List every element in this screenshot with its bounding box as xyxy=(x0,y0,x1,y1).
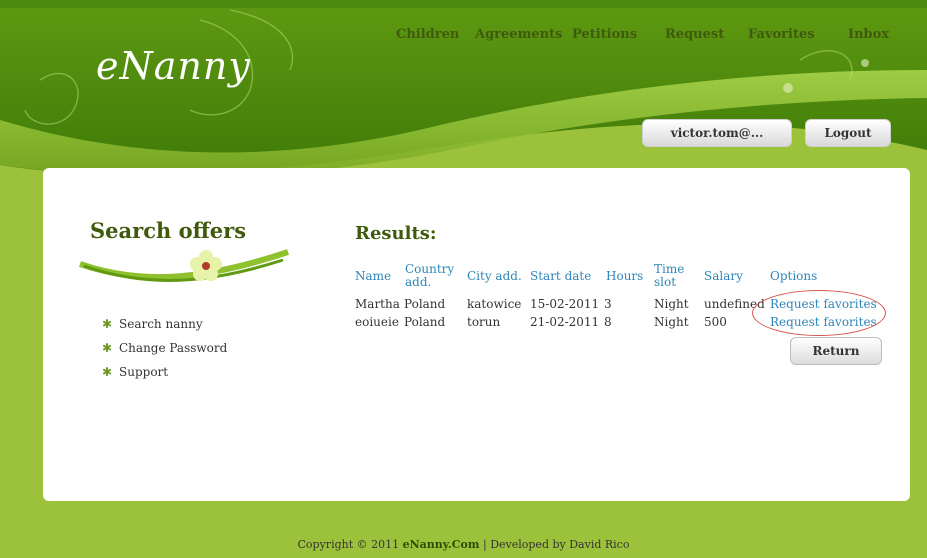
sidebar-menu: ✱ Search nanny ✱ Change Password ✱ Suppo… xyxy=(102,312,227,384)
results-title: Results: xyxy=(355,223,437,244)
cell-salary: 500 xyxy=(704,315,727,329)
main-nav: Children Agreements Petitions Request Fa… xyxy=(0,27,927,47)
column-header-start-date: Start date xyxy=(530,269,592,283)
cell-name: Martha xyxy=(355,297,400,311)
footer: Copyright © 2011 eNanny.Com | Developed … xyxy=(0,538,927,551)
sidebar-item-search-nanny[interactable]: ✱ Search nanny xyxy=(102,312,227,336)
cell-start-date: 21-02-2011 xyxy=(530,315,600,329)
footer-brand-link[interactable]: eNanny.Com xyxy=(403,538,480,551)
header: eNanny Children Agreements Petitions Req… xyxy=(0,0,927,190)
cell-time-slot: Night xyxy=(654,315,689,329)
sidebar-item-label: Search nanny xyxy=(119,317,203,331)
sidebar-item-support[interactable]: ✱ Support xyxy=(102,360,227,384)
app-logo[interactable]: eNanny xyxy=(96,44,251,88)
cell-name: eoiueie xyxy=(355,315,399,329)
column-header-hours: Hours xyxy=(606,269,644,283)
cell-city: torun xyxy=(467,315,501,329)
sidebar-item-change-password[interactable]: ✱ Change Password xyxy=(102,336,227,360)
highlight-annotation xyxy=(752,290,886,336)
cell-hours: 8 xyxy=(604,315,612,329)
column-header-name: Name xyxy=(355,269,392,283)
nav-favorites[interactable]: Favorites xyxy=(748,27,815,42)
return-button[interactable]: Return xyxy=(790,337,882,365)
footer-credit: | Developed by David Rico xyxy=(479,538,630,551)
cell-country: Poland xyxy=(404,297,446,311)
column-header-options: Options xyxy=(770,269,818,283)
sidebar-title: Search offers xyxy=(90,218,247,243)
column-header-city: City add. xyxy=(467,269,522,283)
sidebar-item-label: Support xyxy=(119,365,169,379)
nav-request[interactable]: Request xyxy=(665,27,724,42)
column-header-country: Country add. xyxy=(405,262,455,289)
star-bullet-icon: ✱ xyxy=(102,317,113,331)
cell-country: Poland xyxy=(404,315,446,329)
nav-inbox[interactable]: Inbox xyxy=(848,27,889,42)
sidebar-item-label: Change Password xyxy=(119,341,228,355)
column-header-time-slot: Time slot xyxy=(654,262,685,289)
user-account-button[interactable]: victor.tom@... xyxy=(642,119,792,147)
cell-city: katowice xyxy=(467,297,522,311)
cell-hours: 3 xyxy=(604,297,612,311)
footer-copyright: Copyright © 2011 xyxy=(297,538,403,551)
nav-petitions[interactable]: Petitions xyxy=(572,27,637,42)
cell-time-slot: Night xyxy=(654,297,689,311)
flower-ornament-icon xyxy=(79,249,289,282)
star-bullet-icon: ✱ xyxy=(102,341,113,355)
nav-children[interactable]: Children xyxy=(396,27,459,42)
column-header-salary: Salary xyxy=(704,269,743,283)
cell-start-date: 15-02-2011 xyxy=(530,297,600,311)
logout-button[interactable]: Logout xyxy=(805,119,891,147)
nav-agreements[interactable]: Agreements xyxy=(475,27,562,42)
star-bullet-icon: ✱ xyxy=(102,365,113,379)
